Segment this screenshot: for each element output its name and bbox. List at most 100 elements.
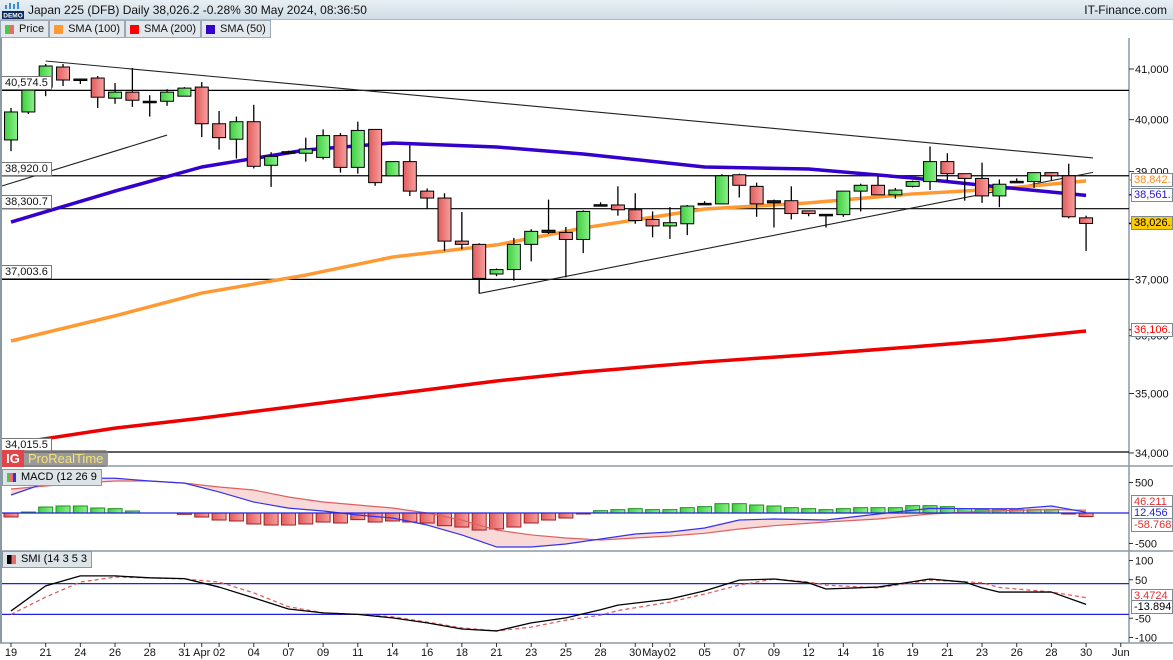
macd-tick-label: -500 (1135, 539, 1157, 551)
x-tick-label: 07 (282, 647, 294, 659)
candle[interactable] (905, 180, 920, 188)
smi-signal-line (10, 576, 1087, 632)
x-tick-label: 16 (421, 647, 433, 659)
macd-histogram-bar (72, 505, 88, 514)
candle[interactable] (402, 145, 417, 196)
candle[interactable] (992, 179, 1007, 208)
candle[interactable] (368, 128, 383, 186)
candle-body (576, 210, 591, 240)
candle[interactable] (923, 146, 938, 191)
macd-histogram-bar (315, 512, 331, 523)
candle[interactable] (90, 76, 105, 108)
candle-body (992, 183, 1007, 197)
macd-histogram-bar (437, 512, 452, 527)
candle-body (749, 185, 764, 205)
candle[interactable] (801, 210, 816, 217)
macd-histogram-bar (107, 508, 123, 514)
smi-swatch-icon (7, 555, 16, 564)
candle[interactable] (298, 137, 313, 162)
candle[interactable] (610, 186, 625, 216)
candle-body (784, 200, 799, 215)
candle[interactable] (212, 110, 227, 150)
candle[interactable] (194, 82, 209, 138)
candle[interactable] (784, 186, 799, 220)
candle[interactable] (21, 89, 36, 115)
candle[interactable] (1009, 178, 1024, 184)
candle[interactable] (975, 162, 990, 203)
candle-body (316, 135, 331, 158)
macd-histogram-bar (280, 512, 296, 526)
candle[interactable] (576, 210, 591, 254)
candle[interactable] (437, 193, 452, 251)
candle[interactable] (142, 95, 157, 117)
macd-histogram-bar (38, 506, 54, 514)
candle-body (853, 184, 868, 192)
candle[interactable] (177, 87, 192, 97)
macd-swatch-icon (7, 473, 16, 482)
candle[interactable] (697, 201, 712, 206)
candle[interactable] (56, 64, 71, 87)
candle[interactable] (680, 204, 695, 236)
x-tick-label: 26 (109, 647, 121, 659)
candle[interactable] (593, 202, 608, 207)
smi-tick-label: 50 (1135, 575, 1147, 587)
candle[interactable] (73, 78, 88, 85)
candle-body (524, 230, 539, 245)
macd-label: MACD (12 26 9 (21, 471, 97, 483)
candle[interactable] (558, 227, 573, 278)
candle[interactable] (1079, 215, 1094, 251)
candle[interactable] (506, 237, 521, 281)
candle[interactable] (524, 229, 539, 262)
candle[interactable] (940, 153, 955, 183)
candle[interactable] (281, 150, 296, 155)
candle[interactable] (472, 243, 487, 294)
candle[interactable] (489, 268, 504, 277)
x-tick-label: 21 (490, 647, 502, 659)
candle-body (1079, 217, 1094, 224)
macd-histogram-bar (506, 512, 522, 528)
candle[interactable] (264, 152, 279, 187)
candle[interactable] (749, 182, 764, 217)
macd-panel-label[interactable]: MACD (12 26 9 (2, 469, 102, 486)
candle-body (385, 161, 400, 177)
candle[interactable] (662, 207, 677, 239)
candle[interactable] (420, 188, 435, 209)
candle[interactable] (385, 161, 400, 177)
candle[interactable] (4, 107, 18, 152)
x-tick-label: 23 (976, 647, 988, 659)
smi-tick-label: -100 (1135, 633, 1157, 645)
candle-body (1061, 175, 1076, 218)
chart-canvas[interactable]: 41,00040,00039,00037,00036,00035,00034,0… (0, 0, 1173, 660)
candle[interactable] (714, 174, 729, 205)
macd-histogram-bar (90, 507, 106, 514)
candle[interactable] (454, 211, 469, 250)
x-tick-label: 25 (560, 647, 572, 659)
candle[interactable] (333, 133, 348, 173)
candle[interactable] (125, 67, 140, 107)
candle[interactable] (350, 121, 365, 174)
candle-body (714, 175, 729, 205)
y-tick-label: 34,000 (1135, 448, 1169, 460)
smi-tick-label: 100 (1135, 556, 1153, 568)
candle[interactable] (229, 116, 244, 159)
candle[interactable] (871, 175, 885, 196)
macd-histogram-bar (714, 503, 730, 514)
candle-body (593, 204, 608, 207)
candle[interactable] (160, 89, 175, 106)
candle-body (21, 89, 36, 113)
candle[interactable] (732, 173, 747, 198)
candle[interactable] (541, 199, 556, 235)
prorealtime-logo: IG ProRealTime (2, 450, 108, 467)
candle[interactable] (108, 83, 123, 104)
candle-body (905, 181, 920, 187)
level-label: 38,300.7 (2, 194, 52, 209)
x-tick-label: 02 (664, 647, 676, 659)
candle[interactable] (316, 129, 331, 160)
macd-histogram-bar (783, 507, 799, 514)
candle[interactable] (246, 104, 261, 169)
candle[interactable] (1061, 163, 1076, 219)
candle[interactable] (836, 190, 851, 217)
trendline[interactable] (1, 134, 168, 187)
smi-panel-label[interactable]: SMI (14 3 5 3 (2, 551, 93, 568)
x-tick-label: 30 (629, 647, 641, 659)
